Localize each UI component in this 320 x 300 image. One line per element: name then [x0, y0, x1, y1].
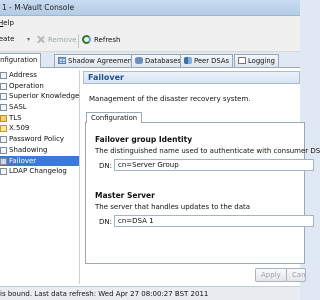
tab-peer-dsas-label: Peer DSAs — [194, 57, 230, 65]
tab-configuration-label: onfiguration — [0, 56, 38, 64]
nav-item-label: Failover — [9, 156, 37, 165]
nav-item-address[interactable]: Address — [0, 70, 79, 81]
create-dropdown-icon[interactable]: ▾ — [27, 36, 30, 43]
nav-item-label: LDAP Changelog — [9, 167, 67, 176]
configuration-tab-body: Failover group Identity The distinguishe… — [85, 122, 320, 264]
toolbar-separator — [78, 34, 79, 48]
status-bar: is bound. Last data refresh: Wed Apr 27 … — [0, 286, 300, 300]
shadowing-icon — [0, 146, 7, 154]
menu-help[interactable]: Help — [0, 19, 14, 27]
nav-item-label: Password Policy — [9, 135, 65, 144]
toolbar: reate ▾ Remove Refresh — [0, 30, 300, 52]
nav-item-tls[interactable]: TLS — [0, 113, 79, 124]
superior-knowledge-icon — [0, 93, 7, 101]
failover-content: Failover Management of the disaster reco… — [83, 71, 320, 284]
create-button[interactable]: reate — [0, 35, 14, 43]
ldap-changelog-icon — [0, 168, 7, 176]
main-tabs: onfiguration Shadow Agreements Databases… — [0, 53, 300, 68]
content-header: Failover — [83, 71, 300, 84]
tab-peer-dsas[interactable]: Peer DSAs — [180, 54, 234, 67]
nav-item-label: Superior Knowledge — [9, 92, 80, 101]
nav-item-label: X.509 — [9, 124, 30, 133]
tab-logging[interactable]: Logging — [234, 54, 279, 67]
master-server-title: Master Server — [95, 191, 155, 200]
tab-shadow-agreements[interactable]: Shadow Agreements — [54, 54, 143, 67]
status-text: is bound. Last data refresh: Wed Apr 27 … — [0, 290, 209, 298]
failover-group-identity-description: The distinguished name used to authentic… — [95, 147, 320, 155]
failover-icon — [0, 157, 7, 165]
remove-button[interactable]: Remove — [36, 35, 76, 44]
refresh-icon — [82, 35, 91, 44]
title-bar[interactable]: 1 - M-Vault Console — [0, 0, 300, 16]
nav-item-failover[interactable]: Failover — [0, 155, 79, 167]
failover-group-identity-title: Failover group Identity — [95, 135, 193, 144]
master-dn-field[interactable]: cn=DSA 1 — [114, 215, 314, 227]
tls-lock-icon — [0, 114, 7, 122]
password-policy-icon — [0, 136, 7, 144]
nav-item-label: SASL — [9, 103, 27, 112]
nav-item-superior-knowledge[interactable]: Superior Knowledge — [0, 91, 79, 102]
peer-dsa-icon — [184, 57, 192, 64]
grid-icon — [58, 57, 66, 64]
window-title: 1 - M-Vault Console — [2, 3, 75, 12]
address-icon — [0, 72, 7, 79]
database-icon — [135, 57, 143, 64]
nav-item-sasl[interactable]: SASL — [0, 102, 79, 113]
tab-logging-label: Logging — [248, 57, 275, 65]
refresh-button[interactable]: Refresh — [82, 35, 120, 44]
group-dn-label: DN: — [99, 162, 112, 170]
nav-item-x509[interactable]: X.509 — [0, 123, 79, 134]
master-server-description: The server that handles updates to the d… — [95, 203, 251, 211]
remove-icon — [36, 35, 45, 44]
nav-item-password-policy[interactable]: Password Policy — [0, 134, 79, 145]
menu-bar: Help — [0, 16, 300, 30]
group-dn-field[interactable]: cn=Server Group — [114, 159, 314, 171]
refresh-label: Refresh — [94, 35, 121, 44]
tab-failover-configuration[interactable]: Configuration — [86, 112, 143, 123]
sasl-icon — [0, 104, 7, 112]
log-icon — [238, 57, 246, 64]
nav-item-operation[interactable]: Operation — [0, 81, 79, 92]
content-description: Management of the disaster recovery syst… — [89, 95, 251, 103]
nav-item-label: Shadowing — [9, 145, 48, 154]
tab-configuration[interactable]: onfiguration — [0, 53, 42, 68]
cancel-button[interactable]: Cancel — [286, 268, 306, 282]
create-label: reate — [0, 35, 15, 43]
certificate-icon — [0, 125, 7, 133]
nav-item-label: Operation — [9, 81, 44, 90]
nav-item-ldap-changelog[interactable]: LDAP Changelog — [0, 166, 79, 177]
nav-item-label: TLS — [9, 113, 22, 122]
nav-item-label: Address — [9, 71, 37, 79]
apply-button[interactable]: Apply — [255, 268, 287, 282]
page-title: Failover — [88, 73, 124, 82]
tab-shadow-agreements-label: Shadow Agreements — [68, 57, 139, 65]
operation-icon — [0, 82, 7, 90]
remove-label: Remove — [48, 35, 77, 44]
config-navigation: Address Operation Superior Knowledge SAS… — [0, 70, 80, 284]
configuration-panel: Address Operation Superior Knowledge SAS… — [0, 67, 320, 286]
master-dn-label: DN: — [99, 218, 112, 226]
tab-databases-label: Databases — [145, 57, 181, 65]
tab-databases[interactable]: Databases — [131, 54, 185, 67]
nav-item-shadowing[interactable]: Shadowing — [0, 145, 79, 156]
